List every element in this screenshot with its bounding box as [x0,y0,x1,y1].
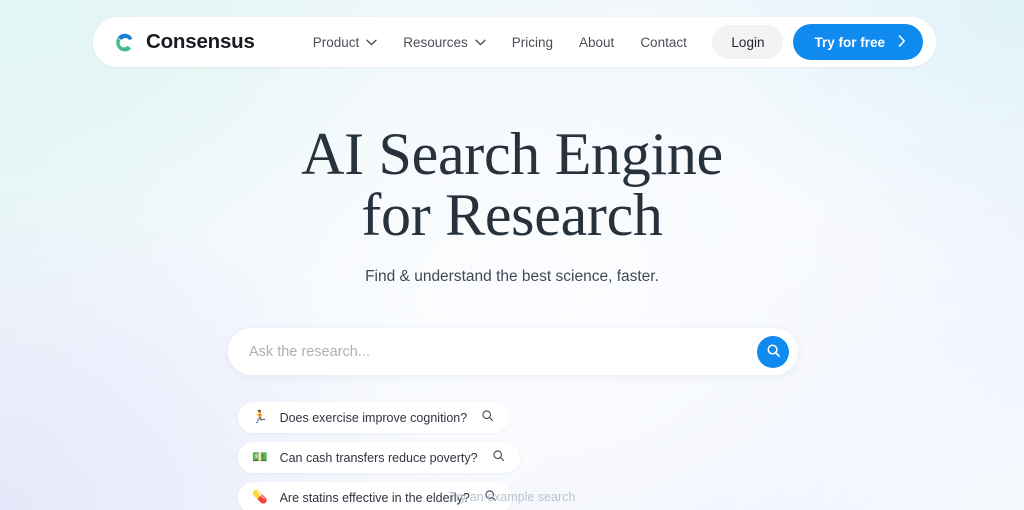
try-for-free-label: Try for free [814,34,885,50]
example-chip-exercise-cognition[interactable]: 🏃 Does exercise improve cognition? [238,402,510,433]
consensus-c-logo-icon [112,30,137,55]
search-submit-button[interactable] [757,335,789,368]
search-icon [481,409,494,427]
nav-item-contact-label: Contact [640,34,687,50]
nav-item-resources[interactable]: Resources [403,35,486,50]
login-button[interactable]: Login [712,25,784,59]
landing-page: Consensus Product Resources Pricing Abou… [0,0,1024,510]
search-bar[interactable] [228,328,798,375]
brand-logo-link[interactable]: Consensus [112,30,255,55]
example-chip-label: Can cash transfers reduce poverty? [279,450,478,465]
try-example-search-label: Try an example search [448,490,576,504]
nav-item-pricing[interactable]: Pricing [512,35,553,50]
search-icon-svg [766,343,780,357]
chevron-down-icon [366,39,377,46]
nav-item-about[interactable]: About [579,35,614,50]
search-icon-svg [482,409,494,421]
nav-item-resources-label: Resources [403,34,468,50]
page-title: AI Search Engine for Research [0,124,1024,246]
search-icon [492,449,505,467]
nav-item-contact[interactable]: Contact [640,35,687,50]
brand-name: Consensus [146,30,255,53]
nav-item-about-label: About [579,34,615,50]
example-chip-cash-transfers-poverty[interactable]: 💵 Can cash transfers reduce poverty? [238,442,520,473]
search-icon-svg [493,449,504,461]
nav-item-pricing-label: Pricing [511,34,554,50]
runner-emoji: 🏃 [252,410,268,425]
example-chip-label: Does exercise improve cognition? [279,410,468,425]
nav-item-product-label: Product [312,34,360,50]
try-for-free-button[interactable]: Try for free [793,24,923,60]
chevron-down-svg [366,39,377,45]
chevron-down-icon [475,39,486,46]
hero-subtitle: Find & understand the best science, fast… [365,268,659,285]
hero-section: AI Search Engine for Research Find & und… [0,124,1024,286]
main-navbar: Consensus Product Resources Pricing Abou… [93,17,936,67]
consensus-c-logo-svg [116,33,133,51]
nav-actions: Login Try for free [712,24,923,60]
chevron-right-svg [898,34,905,47]
chevron-right-icon [898,34,906,50]
nav-links: Product Resources Pricing About Contact [313,35,687,50]
search-icon [766,343,781,361]
search-input[interactable] [249,343,757,360]
chevron-down-svg [475,39,486,45]
page-title-line-2: for Research [361,182,663,248]
banknote-emoji: 💵 [252,450,268,465]
nav-item-product[interactable]: Product [313,35,378,50]
page-title-line-1: AI Search Engine [301,121,723,187]
